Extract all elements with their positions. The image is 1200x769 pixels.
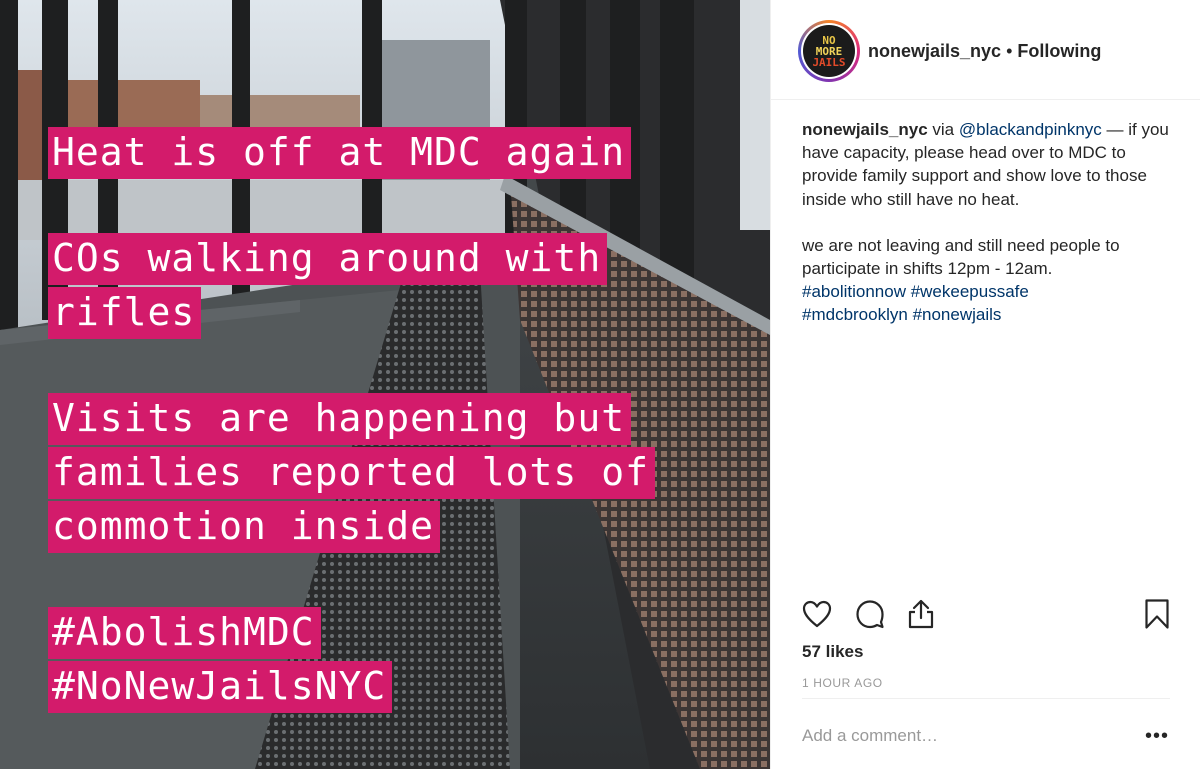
hashtag-link[interactable]: #mdcbrooklyn xyxy=(802,305,908,324)
avatar-logo: NO MORE JAILS xyxy=(803,25,855,77)
comment-input[interactable] xyxy=(802,724,1122,748)
more-icon: ••• xyxy=(1144,724,1169,747)
post-caption: nonewjails_nyc via @blackandpinknyc — if… xyxy=(802,118,1182,327)
action-bar xyxy=(771,585,1200,645)
share-button[interactable] xyxy=(904,597,938,631)
caption-row: #NoNewJailsNYC xyxy=(48,661,655,715)
likes-count[interactable]: 57 likes xyxy=(802,642,863,662)
caption-row: commotion inside xyxy=(48,501,655,555)
caption-username-link[interactable]: nonewjails_nyc xyxy=(802,120,928,139)
caption-line: #AbolishMDC xyxy=(48,607,321,659)
caption-gap xyxy=(48,341,655,393)
mention-link[interactable]: @blackandpinknyc xyxy=(959,120,1102,139)
caption-via: via xyxy=(927,120,959,139)
post-header: NO MORE JAILS nonewjails_nyc • Following xyxy=(771,0,1200,100)
caption-line: Heat is off at MDC again xyxy=(48,127,632,179)
post-details-panel: NO MORE JAILS nonewjails_nyc • Following n… xyxy=(770,0,1200,769)
story-caption: Heat is off at MDC again COs walking arou… xyxy=(48,127,655,715)
caption-line: #NoNewJailsNYC xyxy=(48,661,393,713)
caption-paragraph-1: nonewjails_nyc via @blackandpinknyc — if… xyxy=(802,118,1182,211)
caption-row: Visits are happening but xyxy=(48,393,655,447)
caption-paragraph-2: we are not leaving and still need people… xyxy=(802,234,1182,327)
caption-line: commotion inside xyxy=(48,501,441,553)
hashtag-link[interactable]: #abolitionnow xyxy=(802,282,906,301)
caption-row: rifles xyxy=(48,287,655,341)
caption-row: COs walking around with xyxy=(48,233,655,287)
comment-button[interactable] xyxy=(853,597,887,631)
share-icon xyxy=(908,599,934,629)
caption-line: Visits are happening but xyxy=(48,393,632,445)
caption-gap xyxy=(48,555,655,607)
caption-gap xyxy=(48,181,655,233)
avatar[interactable]: NO MORE JAILS xyxy=(798,20,860,82)
more-options-button[interactable]: ••• xyxy=(1143,722,1171,750)
caption-text-2: we are not leaving and still need people… xyxy=(802,235,1120,279)
save-button[interactable] xyxy=(1140,597,1174,631)
caption-row: #AbolishMDC xyxy=(48,607,655,661)
comment-icon xyxy=(856,600,884,629)
author-username-link[interactable]: nonewjails_nyc xyxy=(868,41,1001,61)
caption-line: rifles xyxy=(48,287,202,339)
comment-divider xyxy=(802,698,1170,699)
separator-dot: • xyxy=(1006,41,1013,61)
post-image[interactable]: Heat is off at MDC again COs walking arou… xyxy=(0,0,770,769)
like-button[interactable] xyxy=(800,597,834,631)
caption-line: COs walking around with xyxy=(48,233,608,285)
caption-line: families reported lots of xyxy=(48,447,655,499)
caption-row: Heat is off at MDC again xyxy=(48,127,655,181)
post-timestamp[interactable]: 1 HOUR AGO xyxy=(802,676,883,690)
following-button[interactable]: Following xyxy=(1017,41,1101,61)
hashtag-link[interactable]: #wekeepussafe xyxy=(911,282,1029,301)
hashtag-link[interactable]: #nonewjails xyxy=(913,305,1002,324)
heart-icon xyxy=(802,600,832,628)
author-row: nonewjails_nyc • Following xyxy=(868,41,1101,62)
caption-row: families reported lots of xyxy=(48,447,655,501)
bookmark-icon xyxy=(1145,599,1169,629)
